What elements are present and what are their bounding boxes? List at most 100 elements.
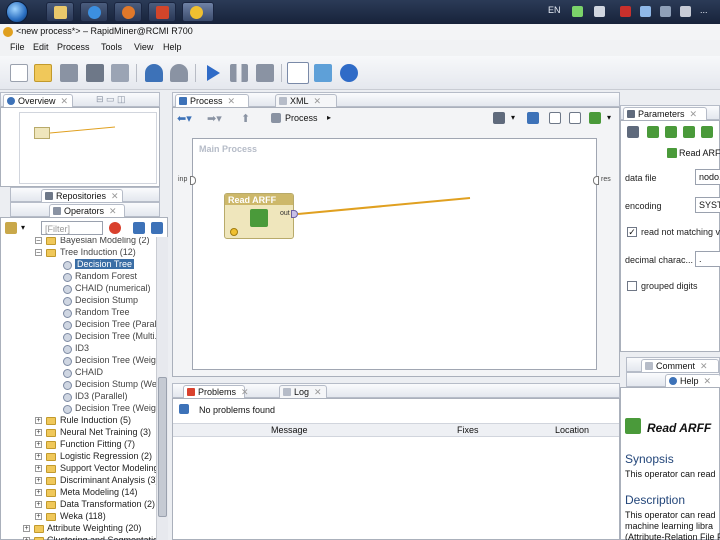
monitor-icon[interactable]: [594, 6, 605, 17]
tree-operator[interactable]: Decision Tree (Paral.): [75, 319, 156, 329]
menu-process[interactable]: Process: [57, 42, 90, 52]
encoding-select[interactable]: SYST...: [695, 197, 720, 213]
tree-expander[interactable]: +: [35, 465, 42, 472]
arrange-icon[interactable]: [549, 112, 561, 124]
tool-icon[interactable]: [627, 126, 639, 138]
undo-icon[interactable]: [145, 64, 163, 82]
tree-operator[interactable]: Random Tree: [75, 307, 130, 317]
tab-comment[interactable]: Comment ✕: [641, 359, 719, 372]
view-controls-icon[interactable]: ⊟ ▭ ◫: [96, 94, 126, 105]
back-arrow-icon[interactable]: ⬅▾: [177, 112, 192, 125]
operators-scrollbar[interactable]: [156, 237, 168, 540]
taskbar-explorer-button[interactable]: [46, 2, 74, 22]
tree-folder[interactable]: Logistic Regression (2): [60, 451, 152, 461]
taskbar-rapidminer-button[interactable]: [182, 2, 214, 22]
tree-folder[interactable]: Function Fitting (7): [60, 439, 135, 449]
tree-operator[interactable]: ID3: [75, 343, 89, 353]
tree-expander[interactable]: –: [35, 237, 42, 244]
auto-wire-icon[interactable]: [493, 112, 505, 124]
tree-folder[interactable]: Meta Modeling (14): [60, 487, 138, 497]
parameter-option-icon[interactable]: [701, 126, 713, 138]
tree-expander[interactable]: +: [35, 429, 42, 436]
scrollbar-thumb[interactable]: [158, 377, 167, 517]
tab-problems[interactable]: Problems ✕: [183, 385, 249, 398]
open-process-icon[interactable]: [34, 64, 52, 82]
dropdown-arrow-icon[interactable]: ▾: [607, 113, 611, 122]
tree-operator[interactable]: Random Forest: [75, 271, 137, 281]
breadcrumb[interactable]: Process: [285, 113, 318, 123]
language-indicator[interactable]: EN: [548, 5, 561, 15]
tree-expander[interactable]: +: [35, 417, 42, 424]
tab-log[interactable]: Log ✕: [279, 385, 327, 398]
tab-repositories[interactable]: Repositories ✕: [41, 189, 123, 202]
tab-xml[interactable]: XML ✕: [275, 94, 337, 107]
problems-filter-icon[interactable]: [179, 404, 189, 414]
flag-icon[interactable]: [620, 6, 631, 17]
tree-operator[interactable]: CHAID: [75, 367, 103, 377]
results-icon[interactable]: [314, 64, 332, 82]
operator-filter-input[interactable]: [Filter]: [41, 221, 103, 235]
column-message[interactable]: Message: [271, 425, 308, 435]
tree-folder[interactable]: Neural Net Training (3): [60, 427, 151, 437]
pause-icon[interactable]: [230, 64, 248, 82]
run-icon[interactable]: [204, 64, 222, 82]
taskbar-app-button[interactable]: [148, 2, 176, 22]
tree-operator[interactable]: Decision Stump: [75, 295, 138, 305]
grouped-digits-checkbox[interactable]: [627, 281, 637, 291]
tree-folder[interactable]: Support Vector Modeling: [60, 463, 156, 473]
taskbar-ie-button[interactable]: [80, 2, 108, 22]
tree-expander[interactable]: +: [35, 513, 42, 520]
tree-operator[interactable]: Decision Stump (Weight): [75, 379, 156, 389]
tab-operators[interactable]: Operators ✕: [49, 204, 125, 217]
tree-expander[interactable]: +: [35, 477, 42, 484]
tree-folder[interactable]: Rule Induction (5): [60, 415, 131, 425]
forward-arrow-icon[interactable]: ➡▾: [207, 112, 222, 125]
tree-operator[interactable]: Decision Tree (Weight): [75, 403, 156, 413]
clock[interactable]: ...: [700, 5, 708, 15]
order-icon[interactable]: [527, 112, 539, 124]
menu-help[interactable]: Help: [163, 42, 182, 52]
dropdown-arrow-icon[interactable]: ▾: [511, 113, 515, 122]
tab-overview[interactable]: Overview ✕: [3, 94, 73, 107]
save-as-icon[interactable]: [86, 64, 104, 82]
tree-expander[interactable]: +: [35, 441, 42, 448]
tree-folder[interactable]: Attribute Weighting (20): [47, 523, 141, 533]
tree-expander[interactable]: –: [35, 249, 42, 256]
tree-folder[interactable]: Discriminant Analysis (3): [60, 475, 156, 485]
clear-filter-icon[interactable]: [109, 222, 121, 234]
tree-folder[interactable]: Bayesian Modeling (2): [60, 237, 150, 245]
read-not-matching-checkbox[interactable]: ✓: [627, 227, 637, 237]
fit-icon[interactable]: [569, 112, 581, 124]
tab-process[interactable]: Process ✕: [175, 94, 249, 107]
sort-icon[interactable]: [151, 222, 163, 234]
tree-expander[interactable]: +: [35, 453, 42, 460]
export-icon[interactable]: [589, 112, 601, 124]
new-building-block-icon[interactable]: [5, 222, 17, 234]
column-location[interactable]: Location: [555, 425, 589, 435]
column-fixes[interactable]: Fixes: [457, 425, 479, 435]
parameter-option-icon[interactable]: [665, 126, 677, 138]
tree-expander[interactable]: +: [35, 501, 42, 508]
operator-read-arff[interactable]: Read ARFF out: [224, 193, 298, 239]
network-icon[interactable]: [572, 6, 583, 17]
tree-expander[interactable]: +: [35, 489, 42, 496]
tree-folder[interactable]: Weka (118): [60, 511, 106, 521]
about-icon[interactable]: [340, 64, 358, 82]
taskbar-firefox-button[interactable]: [114, 2, 142, 22]
tree-folder-tree-induction[interactable]: Tree Induction (12): [60, 247, 136, 257]
data-file-input[interactable]: nodo...: [695, 169, 720, 185]
parameter-option-icon[interactable]: [683, 126, 695, 138]
tree-operator[interactable]: Decision Tree (Weight): [75, 355, 156, 365]
filter-icon[interactable]: [133, 222, 145, 234]
menu-edit[interactable]: Edit: [33, 42, 49, 52]
edit-mode-icon[interactable]: [287, 62, 309, 84]
print-icon[interactable]: [111, 64, 129, 82]
tree-operator[interactable]: CHAID (numerical): [75, 283, 151, 293]
tree-folder[interactable]: Clustering and Segmentation: [47, 535, 156, 540]
result-port[interactable]: [593, 176, 599, 185]
new-process-icon[interactable]: [10, 64, 28, 82]
display-icon[interactable]: [640, 6, 651, 17]
tab-parameters[interactable]: Parameters ✕: [623, 107, 707, 120]
stop-icon[interactable]: [256, 64, 274, 82]
redo-icon[interactable]: [170, 64, 188, 82]
